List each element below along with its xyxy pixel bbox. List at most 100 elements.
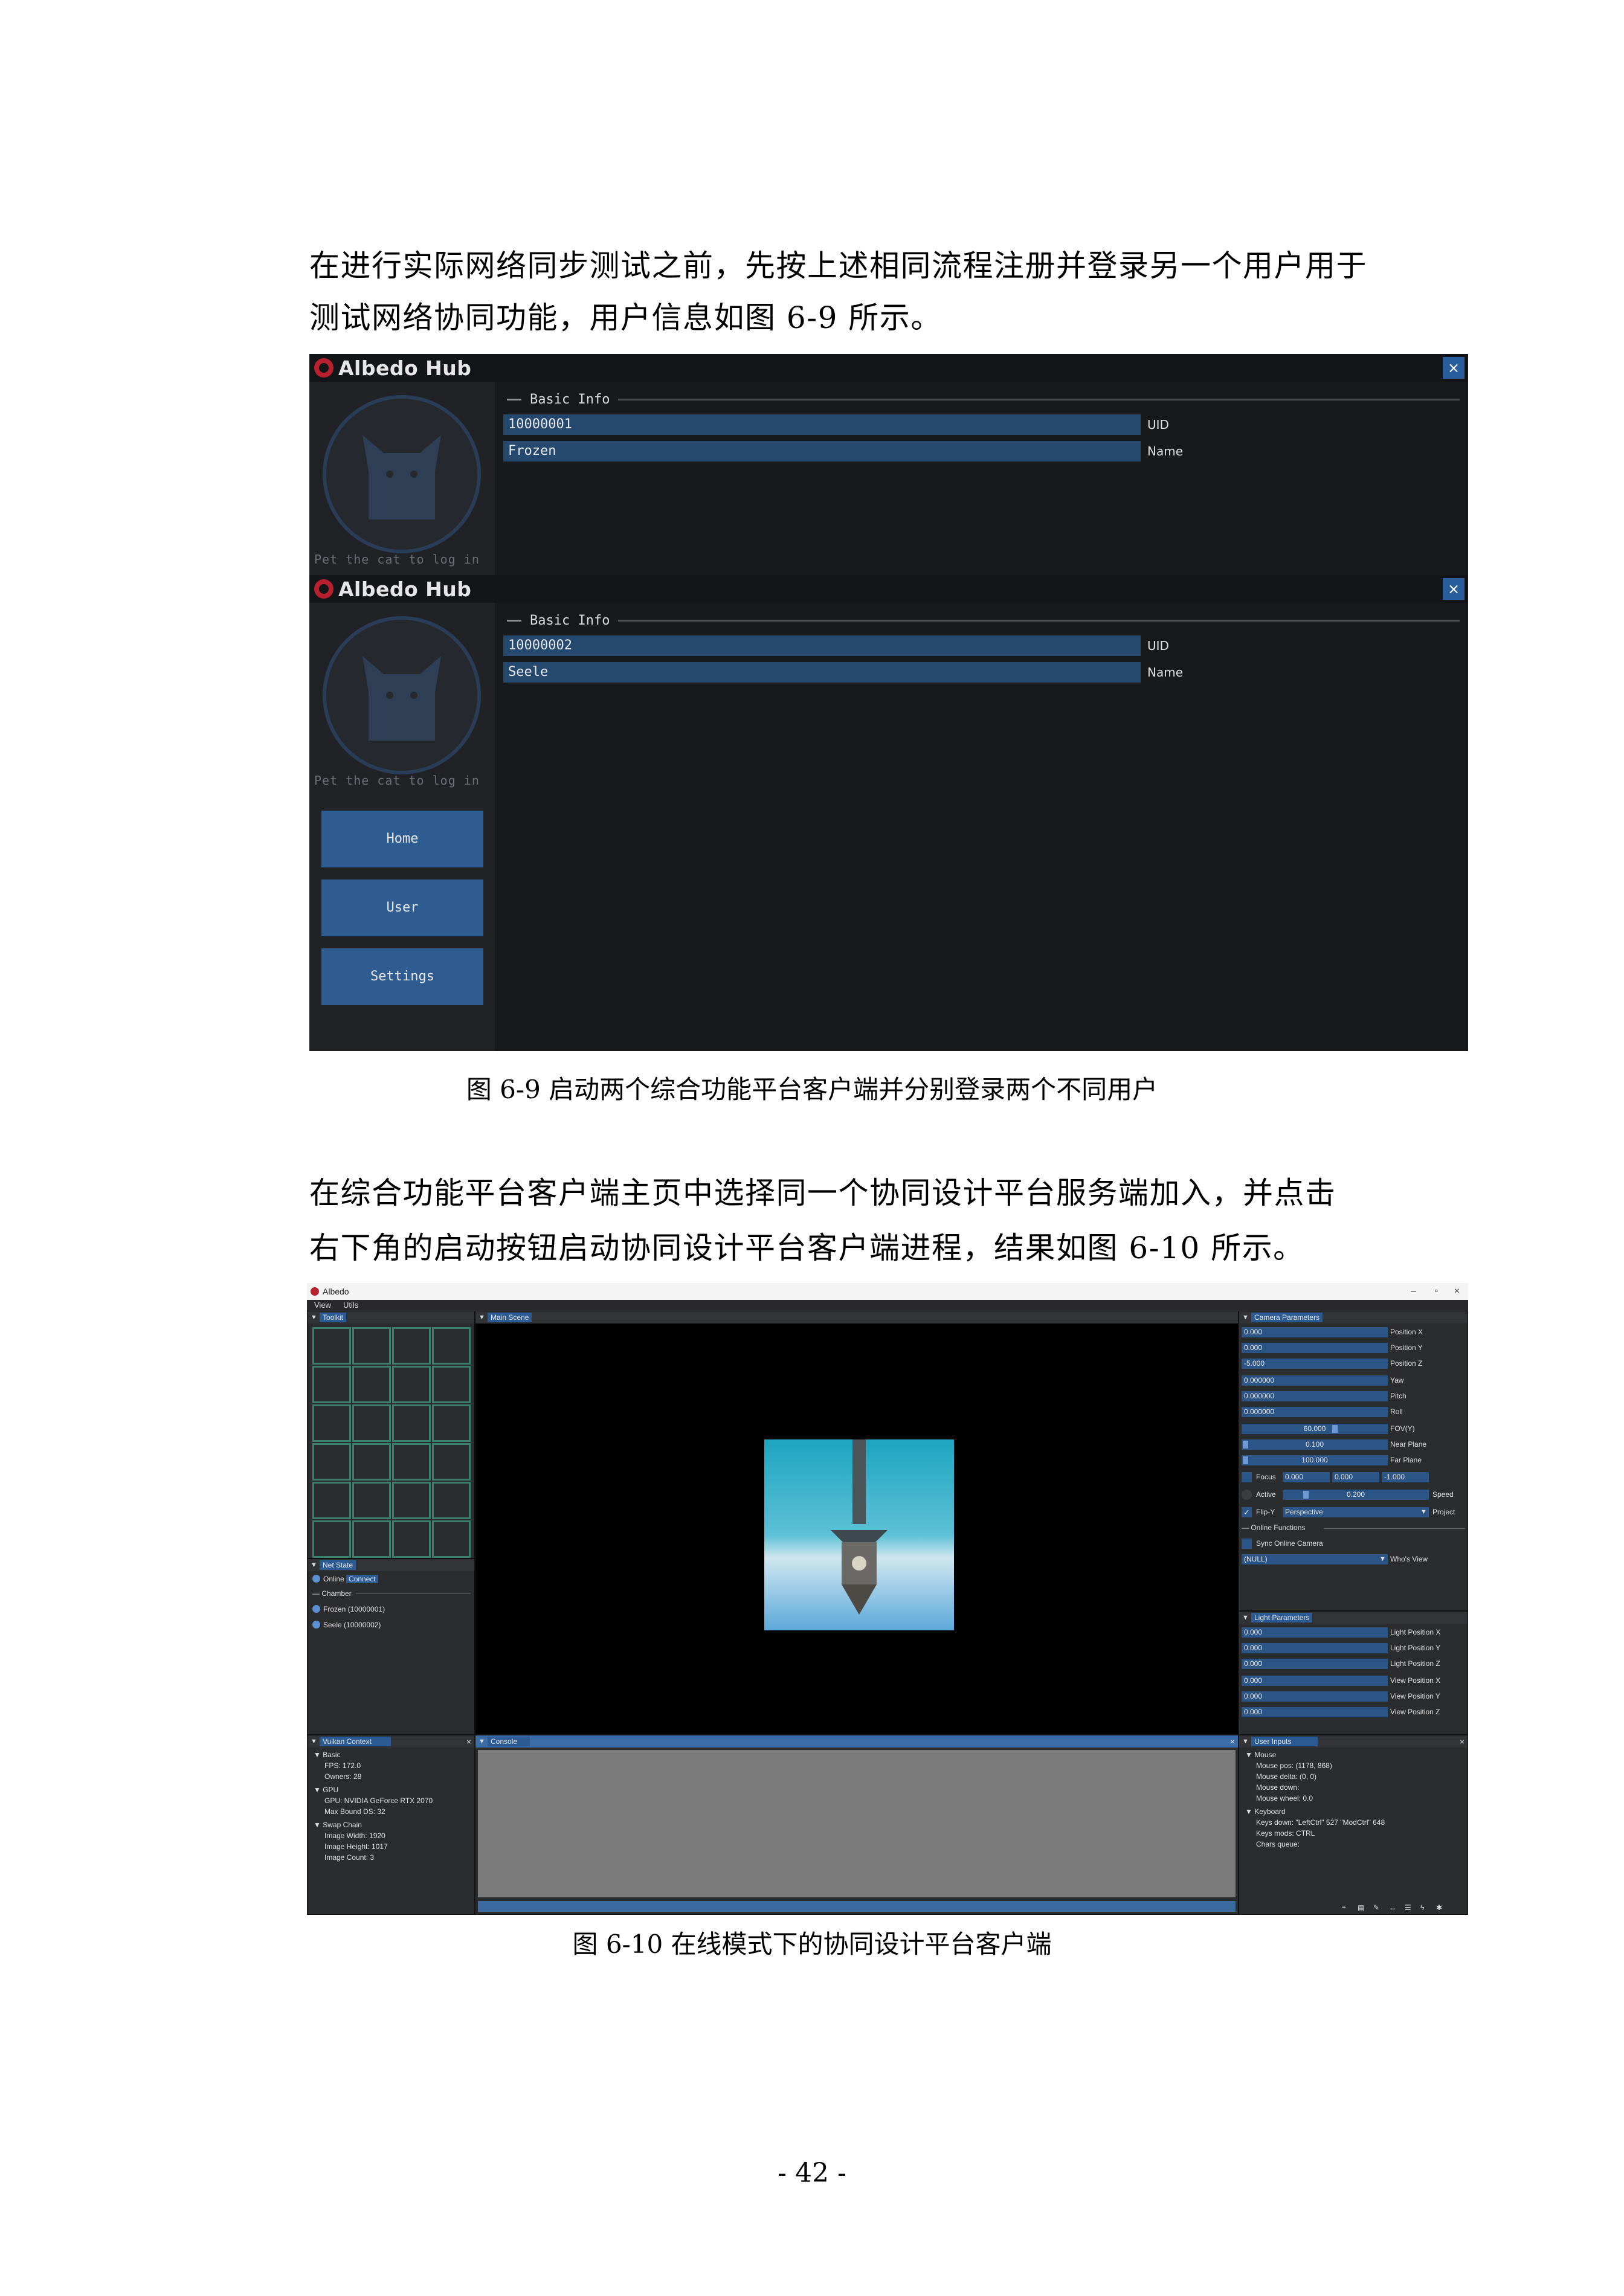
cat-avatar-icon[interactable]: [323, 395, 481, 553]
focus-y-field[interactable]: 0.000: [1332, 1472, 1379, 1482]
focus-z-field[interactable]: -1.000: [1382, 1472, 1429, 1482]
network-icon[interactable]: ⌖: [1342, 1903, 1346, 1912]
dropdown-arrow-icon[interactable]: ▼: [1420, 1508, 1427, 1516]
arrows-icon[interactable]: ↔: [1389, 1903, 1396, 1912]
focus-checkbox[interactable]: [1242, 1472, 1252, 1482]
light-position-z-field[interactable]: 0.000: [1242, 1659, 1388, 1669]
user-inputs-tab[interactable]: User Inputs: [1251, 1737, 1318, 1746]
view-position-z-field[interactable]: 0.000: [1242, 1707, 1388, 1717]
toolkit-slot[interactable]: [392, 1404, 431, 1442]
toolkit-slot[interactable]: [312, 1520, 351, 1558]
close-icon[interactable]: ×: [1460, 1735, 1464, 1748]
far-plane-slider-grab[interactable]: [1243, 1456, 1248, 1464]
nav-user-button[interactable]: User: [321, 879, 483, 936]
light-parameters-tab[interactable]: Light Parameters: [1251, 1613, 1313, 1622]
near-plane-slider-grab[interactable]: [1243, 1441, 1248, 1449]
vulkan-context-tab[interactable]: Vulkan Context: [320, 1737, 391, 1746]
toolkit-slot[interactable]: [432, 1520, 471, 1558]
far-plane-slider[interactable]: 100.000: [1242, 1455, 1388, 1465]
toolkit-slot[interactable]: [312, 1366, 351, 1403]
document-icon[interactable]: ▤: [1358, 1903, 1364, 1912]
light-position-y-field[interactable]: 0.000: [1242, 1643, 1388, 1653]
menu-utils[interactable]: Utils: [343, 1301, 358, 1310]
nav-settings-button[interactable]: Settings: [321, 948, 483, 1005]
close-button[interactable]: ×: [1443, 357, 1464, 379]
connect-button[interactable]: Connect: [346, 1575, 378, 1583]
toolkit-slot[interactable]: [312, 1482, 351, 1519]
minimize-button[interactable]: –: [1411, 1283, 1416, 1300]
toolkit-slot[interactable]: [352, 1327, 391, 1365]
toolkit-slot[interactable]: [392, 1443, 431, 1481]
toolkit-slot[interactable]: [312, 1327, 351, 1365]
close-icon[interactable]: ×: [466, 1735, 471, 1748]
collapse-arrow-icon[interactable]: ▼: [311, 1311, 317, 1323]
toolkit-slot[interactable]: [392, 1482, 431, 1519]
toolkit-slot[interactable]: [352, 1404, 391, 1442]
console-output[interactable]: [478, 1750, 1236, 1897]
lightning-icon[interactable]: ϟ: [1420, 1903, 1424, 1912]
console-tab[interactable]: Console: [488, 1737, 530, 1746]
toolkit-slot[interactable]: [392, 1366, 431, 1403]
position-z-field[interactable]: -5.000: [1242, 1359, 1388, 1369]
fov-slider-grab[interactable]: [1332, 1425, 1338, 1433]
collapse-arrow-icon[interactable]: ▼: [1242, 1735, 1249, 1748]
whos-view-select[interactable]: (NULL): [1242, 1554, 1388, 1564]
view-position-x-field[interactable]: 0.000: [1242, 1676, 1388, 1686]
brush-icon[interactable]: ✎: [1373, 1903, 1379, 1912]
dropdown-arrow-icon[interactable]: ▼: [1379, 1555, 1386, 1563]
active-radio-icon[interactable]: [1242, 1490, 1252, 1500]
pitch-field[interactable]: 0.000000: [1242, 1391, 1388, 1401]
console-input[interactable]: [478, 1901, 1236, 1912]
focus-x-field[interactable]: 0.000: [1283, 1472, 1330, 1482]
speed-slider-grab[interactable]: [1303, 1491, 1309, 1499]
online-radio-icon[interactable]: [312, 1575, 320, 1583]
toolkit-slot[interactable]: [392, 1520, 431, 1558]
close-icon[interactable]: ×: [1230, 1735, 1235, 1748]
chamber-user[interactable]: Frozen (10000001): [323, 1605, 385, 1613]
keyboard-node[interactable]: Keyboard: [1254, 1807, 1285, 1816]
collapse-arrow-icon[interactable]: ▼: [478, 1735, 485, 1748]
collapse-arrow-icon[interactable]: ▼: [311, 1559, 317, 1571]
collapse-arrow-icon[interactable]: ▼: [1242, 1311, 1249, 1323]
net-state-tab[interactable]: Net State: [320, 1560, 356, 1570]
toolkit-slot[interactable]: [432, 1327, 471, 1365]
position-x-field[interactable]: 0.000: [1242, 1327, 1388, 1337]
close-window-button[interactable]: ×: [1454, 1283, 1460, 1300]
menu-view[interactable]: View: [314, 1301, 331, 1310]
sync-camera-checkbox[interactable]: [1242, 1539, 1252, 1549]
toolkit-slot[interactable]: [352, 1482, 391, 1519]
collapse-arrow-icon[interactable]: ▼: [1242, 1612, 1249, 1624]
cat-avatar-icon[interactable]: [323, 616, 481, 774]
gpu-node[interactable]: GPU: [323, 1786, 338, 1794]
collapse-arrow-icon[interactable]: ▼: [311, 1735, 317, 1748]
near-plane-slider[interactable]: 0.100: [1242, 1439, 1388, 1450]
mouse-node[interactable]: Mouse: [1254, 1751, 1276, 1759]
toolkit-slot[interactable]: [392, 1327, 431, 1365]
basic-node[interactable]: Basic: [323, 1751, 340, 1759]
toolkit-slot[interactable]: [432, 1366, 471, 1403]
toolkit-slot[interactable]: [312, 1443, 351, 1481]
main-scene-tab[interactable]: Main Scene: [488, 1313, 532, 1322]
uid-field[interactable]: 10000002: [503, 635, 1141, 656]
projection-select[interactable]: Perspective: [1283, 1507, 1429, 1517]
toolkit-slot[interactable]: [352, 1366, 391, 1403]
camera-parameters-tab[interactable]: Camera Parameters: [1251, 1313, 1323, 1322]
chamber-user[interactable]: Seele (10000002): [323, 1621, 381, 1629]
position-y-field[interactable]: 0.000: [1242, 1343, 1388, 1353]
toolkit-tab[interactable]: Toolkit: [320, 1313, 347, 1322]
toolkit-slot[interactable]: [312, 1404, 351, 1442]
roll-field[interactable]: 0.000000: [1242, 1407, 1388, 1417]
name-field[interactable]: Frozen: [503, 441, 1141, 461]
fov-slider[interactable]: 60.000: [1242, 1424, 1388, 1434]
nav-home-button[interactable]: Home: [321, 811, 483, 867]
toolkit-slot[interactable]: [352, 1520, 391, 1558]
toolkit-slot[interactable]: [432, 1443, 471, 1481]
collapse-arrow-icon[interactable]: ▼: [478, 1311, 485, 1323]
view-position-y-field[interactable]: 0.000: [1242, 1691, 1388, 1702]
toolkit-slot[interactable]: [352, 1443, 391, 1481]
uid-field[interactable]: 10000001: [503, 414, 1141, 435]
yaw-field[interactable]: 0.000000: [1242, 1375, 1388, 1386]
gear-icon[interactable]: ✱: [1436, 1903, 1442, 1912]
flip-y-checkbox[interactable]: ✓: [1242, 1507, 1252, 1517]
toolkit-slot[interactable]: [432, 1404, 471, 1442]
